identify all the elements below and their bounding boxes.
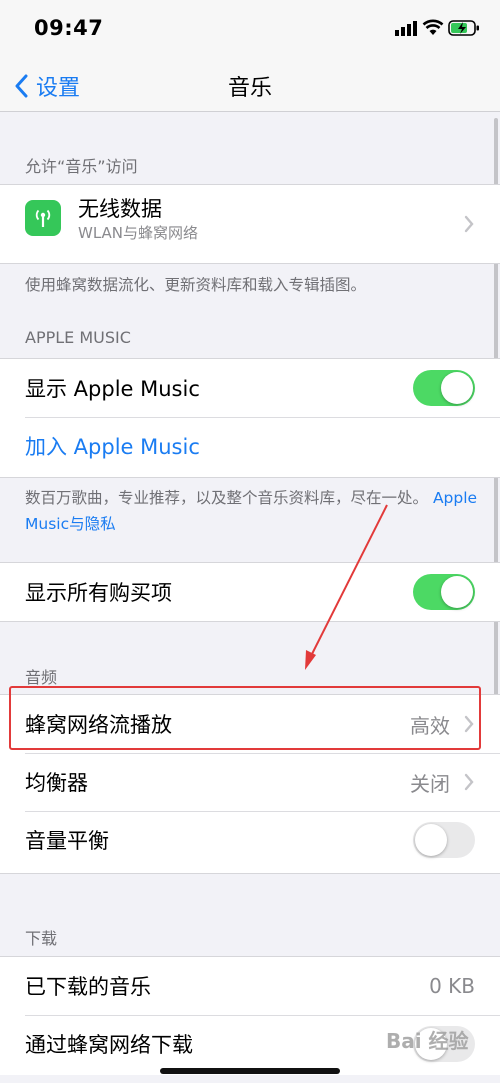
status-bar: 09:47 xyxy=(0,0,500,58)
downloaded-music-label: 已下载的音乐 xyxy=(25,975,151,999)
page-title: 音乐 xyxy=(227,76,272,101)
wifi-icon xyxy=(422,19,444,35)
downloaded-music-row[interactable]: 已下载的音乐 0 KB xyxy=(0,957,500,1015)
home-indicator[interactable] xyxy=(160,1068,340,1074)
apple-music-note-text: 数百万歌曲，专业推荐，以及整个音乐资料库，尽在一处。 xyxy=(25,489,429,507)
join-apple-music-row[interactable]: 加入 Apple Music xyxy=(0,417,500,475)
eq-value: 关闭 xyxy=(410,771,450,796)
section-header-downloads: 下载 xyxy=(25,929,58,948)
eq-label: 均衡器 xyxy=(25,771,88,795)
battery-charging-icon xyxy=(448,20,479,36)
section-header-apple-music: APPLE MUSIC xyxy=(25,328,131,347)
show-apple-music-label: 显示 Apple Music xyxy=(25,377,200,401)
chevron-right-icon xyxy=(464,215,474,233)
antenna-icon xyxy=(25,200,61,236)
group-access: 无线数据 WLAN与蜂窝网络 xyxy=(0,184,500,264)
sound-check-label: 音量平衡 xyxy=(25,829,109,853)
show-purchases-row: 显示所有购买项 xyxy=(0,563,500,621)
group-purchases: 显示所有购买项 xyxy=(0,562,500,622)
show-apple-music-toggle[interactable] xyxy=(413,370,475,406)
group-apple-music: 显示 Apple Music 加入 Apple Music xyxy=(0,358,500,478)
group-downloads: 已下载的音乐 0 KB 通过蜂窝网络下载 xyxy=(0,956,500,1075)
status-time: 09:47 xyxy=(34,16,104,40)
section-header-audio: 音频 xyxy=(25,668,58,687)
watermark: Bai 经验 xyxy=(386,1029,469,1053)
wireless-data-row[interactable]: 无线数据 WLAN与蜂窝网络 xyxy=(0,185,500,263)
show-purchases-label: 显示所有购买项 xyxy=(25,581,172,605)
apple-music-note: 数百万歌曲，专业推荐，以及整个音乐资料库，尽在一处。 Apple Music与隐… xyxy=(25,485,480,537)
join-apple-music-link[interactable]: 加入 Apple Music xyxy=(25,431,200,461)
signal-icon xyxy=(395,21,417,36)
navigation-bar: 设置 音乐 xyxy=(0,58,500,112)
eq-row[interactable]: 均衡器 关闭 xyxy=(0,753,500,811)
wireless-data-subtitle: WLAN与蜂窝网络 xyxy=(78,224,199,242)
section-header-access: 允许“音乐”访问 xyxy=(25,157,138,176)
show-purchases-toggle[interactable] xyxy=(413,574,475,610)
chevron-right-icon xyxy=(464,773,474,791)
sound-check-toggle[interactable] xyxy=(413,822,475,858)
downloaded-music-value: 0 KB xyxy=(429,974,475,998)
access-note: 使用蜂窝数据流化、更新资料库和载入专辑插图。 xyxy=(25,276,367,294)
show-apple-music-row: 显示 Apple Music xyxy=(0,359,500,417)
annotation-highlight-box xyxy=(9,686,481,750)
wireless-data-title: 无线数据 xyxy=(78,197,162,221)
sound-check-row: 音量平衡 xyxy=(0,811,500,869)
cellular-download-label: 通过蜂窝网络下载 xyxy=(25,1033,193,1057)
